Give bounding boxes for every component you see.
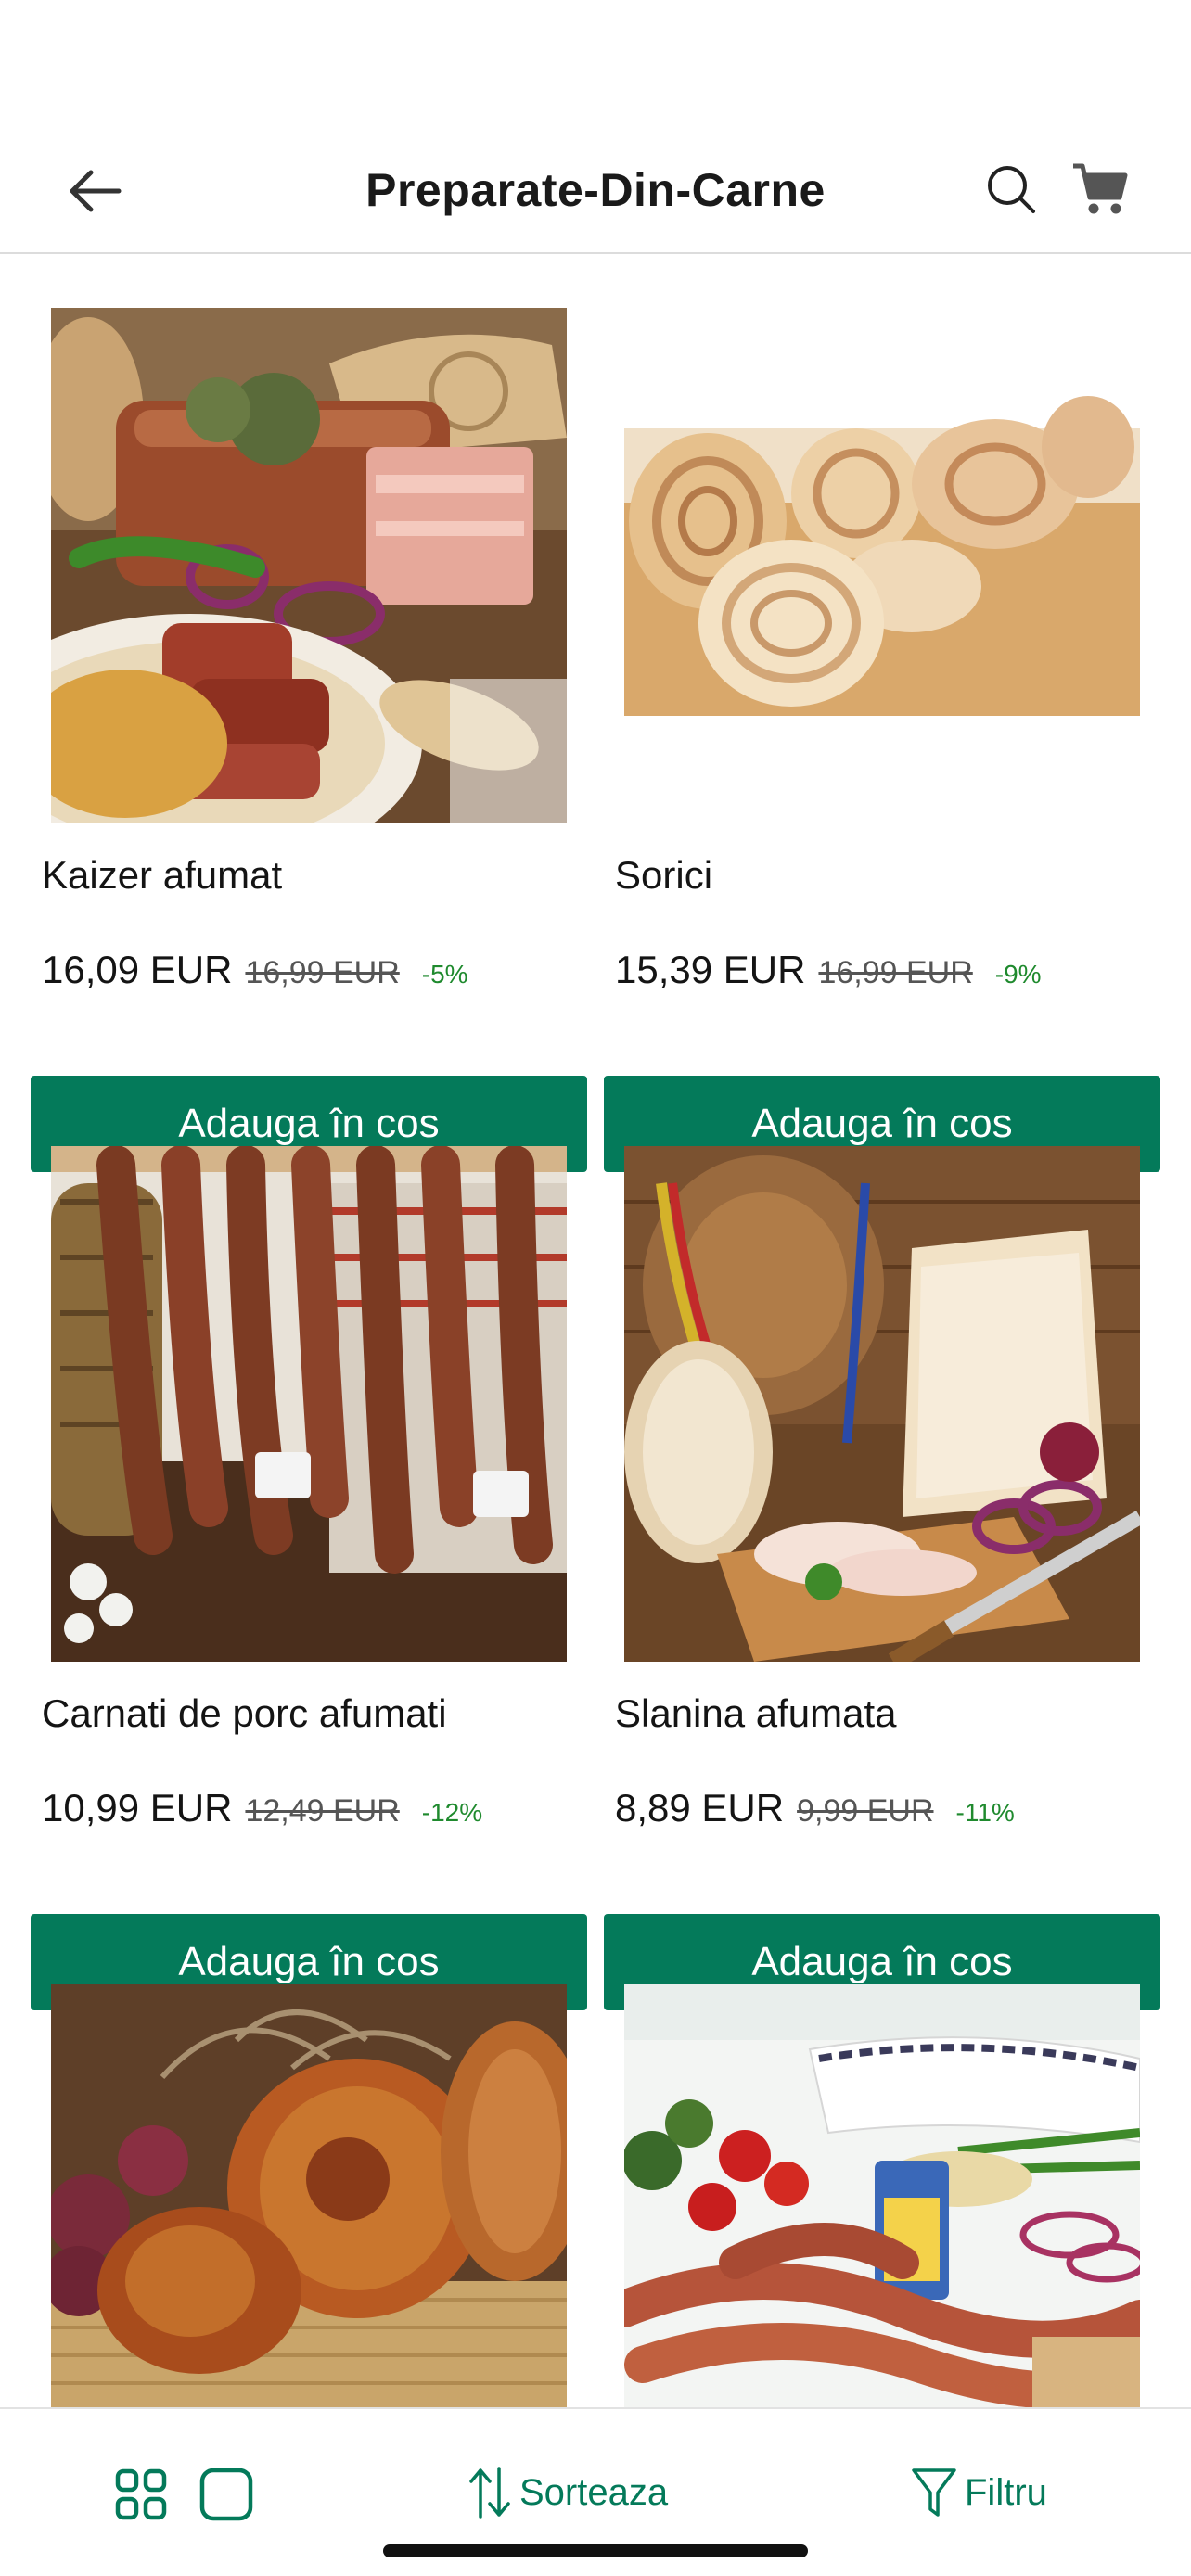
product-card[interactable]: [31, 1984, 587, 2407]
product-image[interactable]: [51, 1984, 567, 2407]
product-card[interactable]: Sorici 15,39 EUR 16,99 EUR -9% Adauga în…: [604, 308, 1160, 1180]
product-old-price: 12,49 EUR: [245, 1793, 400, 1829]
product-price: 10,99 EUR: [42, 1786, 233, 1830]
single-view-icon: [199, 2468, 253, 2521]
filter-button[interactable]: Filtru: [911, 2457, 1047, 2528]
discount-badge: -11%: [955, 1798, 1015, 1827]
price-row: 16,09 EUR 16,99 EUR -5%: [42, 948, 468, 992]
product-old-price: 16,99 EUR: [245, 955, 400, 990]
discount-badge: -5%: [421, 960, 468, 988]
cart-icon: [1073, 163, 1128, 214]
grid-view-toggle[interactable]: [115, 2468, 167, 2520]
sort-arrows-icon: [469, 2467, 510, 2519]
product-image[interactable]: [51, 308, 567, 823]
sort-label: Sorteaza: [519, 2471, 669, 2513]
product-name[interactable]: Slanina afumata: [615, 1691, 897, 1736]
product-name[interactable]: Kaizer afumat: [42, 853, 282, 898]
bottom-toolbar: Sorteaza Filtru: [0, 2407, 1191, 2576]
sort-button[interactable]: Sorteaza: [467, 2457, 668, 2528]
cart-button[interactable]: [1063, 152, 1137, 226]
product-card[interactable]: Carnati de porc afumati 10,99 EUR 12,49 …: [31, 1146, 587, 2018]
product-image[interactable]: [51, 1146, 567, 1662]
product-price: 16,09 EUR: [42, 948, 233, 991]
product-card[interactable]: Kaizer afumat 16,09 EUR 16,99 EUR -5% Ad…: [31, 308, 587, 1180]
product-image[interactable]: [624, 1146, 1140, 1662]
product-price: 8,89 EUR: [615, 1786, 785, 1830]
price-row: 8,89 EUR 9,99 EUR -11%: [615, 1786, 1015, 1830]
product-name[interactable]: Sorici: [615, 853, 712, 898]
single-view-toggle[interactable]: [198, 2467, 254, 2522]
product-price: 15,39 EUR: [615, 948, 806, 991]
product-old-price: 9,99 EUR: [797, 1793, 934, 1829]
price-row: 15,39 EUR 16,99 EUR -9%: [615, 948, 1042, 992]
grid-view-icon: [115, 2468, 167, 2520]
discount-badge: -12%: [421, 1798, 483, 1827]
status-bar: [0, 0, 1191, 130]
home-indicator: [383, 2544, 808, 2557]
product-image[interactable]: [624, 308, 1140, 823]
product-name[interactable]: Carnati de porc afumati: [42, 1691, 447, 1736]
product-old-price: 16,99 EUR: [818, 955, 973, 990]
price-row: 10,99 EUR 12,49 EUR -12%: [42, 1786, 482, 1830]
search-icon: [988, 166, 1035, 213]
product-card[interactable]: Slanina afumata 8,89 EUR 9,99 EUR -11% A…: [604, 1146, 1160, 2018]
top-app-bar: Preparate-Din-Carne: [0, 130, 1191, 254]
product-card[interactable]: [604, 1984, 1160, 2407]
discount-badge: -9%: [994, 960, 1042, 988]
search-button[interactable]: [974, 152, 1048, 226]
product-grid: Kaizer afumat 16,09 EUR 16,99 EUR -5% Ad…: [0, 256, 1191, 2407]
filter-label: Filtru: [965, 2471, 1047, 2513]
funnel-icon: [912, 2468, 956, 2517]
product-image[interactable]: [624, 1984, 1140, 2407]
